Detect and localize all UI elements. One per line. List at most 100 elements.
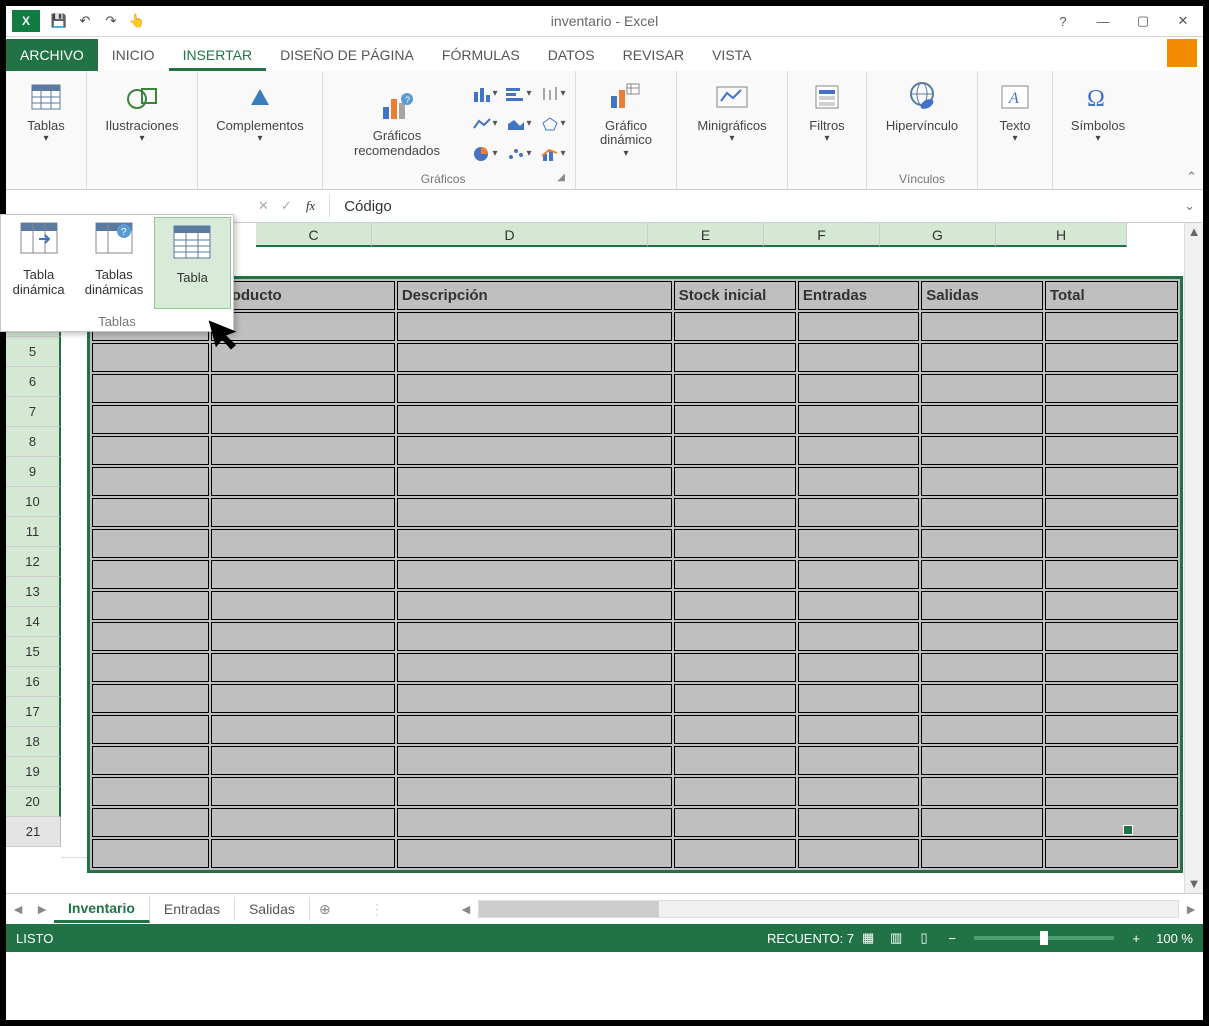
- table-cell[interactable]: [211, 684, 395, 713]
- hbar-chart-icon[interactable]: ▾: [503, 80, 535, 108]
- ilustraciones-button[interactable]: Ilustraciones▾: [100, 75, 185, 148]
- table-cell[interactable]: [674, 405, 796, 434]
- table-cell[interactable]: [921, 684, 1043, 713]
- table-cell[interactable]: [798, 436, 919, 465]
- tab-insertar[interactable]: INSERTAR: [169, 39, 267, 71]
- table-cell[interactable]: [798, 467, 919, 496]
- table-cell[interactable]: [798, 715, 919, 744]
- table-cell[interactable]: [798, 808, 919, 837]
- row-header-19[interactable]: 19: [6, 757, 61, 787]
- table-header-cell[interactable]: Total: [1045, 281, 1178, 310]
- table-cell[interactable]: [397, 777, 672, 806]
- table-cell[interactable]: [674, 560, 796, 589]
- tabla-item[interactable]: Tabla: [154, 217, 231, 309]
- zoom-slider[interactable]: [974, 936, 1114, 940]
- graficos-dialog-launcher[interactable]: ◢: [557, 172, 569, 187]
- table-cell[interactable]: [92, 436, 209, 465]
- table-cell[interactable]: [674, 498, 796, 527]
- table-cell[interactable]: [397, 560, 672, 589]
- table-header-cell[interactable]: Stock inicial: [674, 281, 796, 310]
- col-header-C[interactable]: C: [256, 223, 372, 247]
- table-row[interactable]: [92, 591, 1178, 620]
- table-cell[interactable]: [1045, 715, 1178, 744]
- close-button[interactable]: ✕: [1163, 7, 1203, 35]
- account-indicator[interactable]: [1167, 39, 1197, 67]
- table-cell[interactable]: [674, 777, 796, 806]
- grafico-dinamico-button[interactable]: Gráfico dinámico▾: [582, 75, 670, 163]
- sheet-nav-next[interactable]: ►: [30, 901, 54, 917]
- table-cell[interactable]: [92, 343, 209, 372]
- table-row[interactable]: [92, 467, 1178, 496]
- table-cell[interactable]: [397, 467, 672, 496]
- table-cell[interactable]: [921, 839, 1043, 868]
- table-cell[interactable]: [674, 343, 796, 372]
- table-cell[interactable]: [1045, 436, 1178, 465]
- col-header-E[interactable]: E: [648, 223, 764, 247]
- table-cell[interactable]: [211, 374, 395, 403]
- table-cell[interactable]: [921, 405, 1043, 434]
- table-cell[interactable]: [798, 343, 919, 372]
- table-cell[interactable]: [674, 467, 796, 496]
- sheet-tab-salidas[interactable]: Salidas: [235, 897, 310, 921]
- table-header-cell[interactable]: Entradas: [798, 281, 919, 310]
- data-table[interactable]: CódigoProductoDescripciónStock inicialEn…: [87, 276, 1183, 873]
- row-header-10[interactable]: 10: [6, 487, 61, 517]
- area-chart-icon[interactable]: ▾: [503, 110, 535, 138]
- table-cell[interactable]: [397, 839, 672, 868]
- table-cell[interactable]: [211, 529, 395, 558]
- table-cell[interactable]: [1045, 498, 1178, 527]
- radar-chart-icon[interactable]: ▾: [537, 110, 569, 138]
- row-header-9[interactable]: 9: [6, 457, 61, 487]
- hipervinculo-button[interactable]: Hipervínculo: [880, 75, 964, 172]
- table-cell[interactable]: [1045, 529, 1178, 558]
- table-row[interactable]: [92, 715, 1178, 744]
- table-cell[interactable]: [92, 498, 209, 527]
- selection-handle[interactable]: [1123, 825, 1133, 835]
- table-cell[interactable]: [798, 684, 919, 713]
- table-cell[interactable]: [211, 839, 395, 868]
- complementos-button[interactable]: Complementos▾: [210, 75, 309, 148]
- table-cell[interactable]: [1045, 591, 1178, 620]
- tablas-dinamicas-item[interactable]: ? Tablas dinámicas: [76, 215, 151, 311]
- tab-formulas[interactable]: FÓRMULAS: [428, 39, 534, 71]
- hscroll-left[interactable]: ◄: [454, 901, 478, 917]
- table-header-cell[interactable]: Salidas: [921, 281, 1043, 310]
- table-cell[interactable]: [92, 405, 209, 434]
- maximize-button[interactable]: ▢: [1123, 7, 1163, 35]
- row-header-11[interactable]: 11: [6, 517, 61, 547]
- table-cell[interactable]: [211, 467, 395, 496]
- table-cell[interactable]: [1045, 374, 1178, 403]
- row-header-15[interactable]: 15: [6, 637, 61, 667]
- table-header-cell[interactable]: Producto: [211, 281, 395, 310]
- col-header-D[interactable]: D: [372, 223, 648, 247]
- table-cell[interactable]: [798, 498, 919, 527]
- formula-input[interactable]: Código: [336, 198, 1176, 215]
- table-cell[interactable]: [1045, 312, 1178, 341]
- table-cell[interactable]: [921, 374, 1043, 403]
- table-cell[interactable]: [674, 715, 796, 744]
- table-cell[interactable]: [798, 405, 919, 434]
- table-row[interactable]: [92, 436, 1178, 465]
- col-header-F[interactable]: F: [764, 223, 880, 247]
- add-sheet-button[interactable]: ⊕: [310, 901, 340, 918]
- table-cell[interactable]: [674, 684, 796, 713]
- tabla-dinamica-item[interactable]: Tabla dinámica: [1, 215, 76, 311]
- table-row[interactable]: [92, 529, 1178, 558]
- combo-chart-icon[interactable]: ▾: [537, 140, 569, 168]
- table-row[interactable]: [92, 839, 1178, 868]
- table-cell[interactable]: [397, 374, 672, 403]
- col-header-H[interactable]: H: [996, 223, 1127, 247]
- table-cell[interactable]: [1045, 343, 1178, 372]
- fx-button[interactable]: fx: [306, 198, 315, 214]
- table-cell[interactable]: [397, 622, 672, 651]
- table-row[interactable]: [92, 374, 1178, 403]
- table-cell[interactable]: [92, 591, 209, 620]
- accept-formula-icon[interactable]: ✓: [275, 198, 298, 214]
- table-cell[interactable]: [92, 560, 209, 589]
- table-cell[interactable]: [921, 808, 1043, 837]
- stock-chart-icon[interactable]: ▾: [537, 80, 569, 108]
- table-cell[interactable]: [397, 343, 672, 372]
- table-cell[interactable]: [674, 436, 796, 465]
- table-row[interactable]: [92, 498, 1178, 527]
- table-cell[interactable]: [674, 312, 796, 341]
